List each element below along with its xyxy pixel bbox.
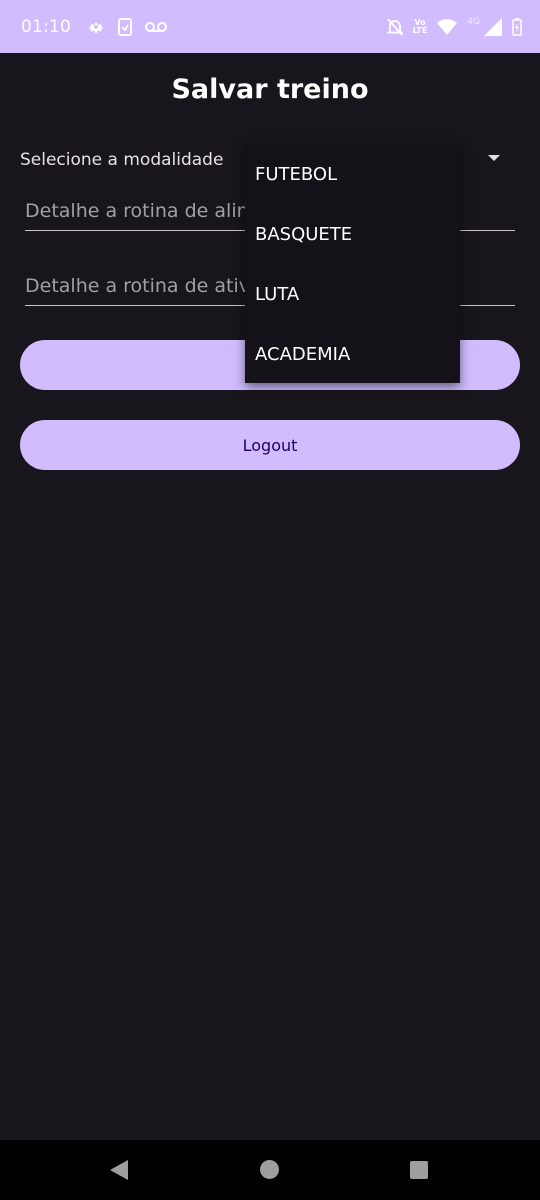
status-time: 01:10: [21, 16, 71, 37]
dropdown-option-basquete[interactable]: BASQUETE: [245, 204, 460, 264]
volte-bottom-text: LTE: [412, 25, 428, 35]
dropdown-arrow-icon: [488, 155, 500, 161]
battery-charging-icon: [512, 17, 522, 36]
settings-icon: [87, 18, 105, 36]
home-icon[interactable]: [260, 1160, 279, 1179]
network-type: 4G: [467, 16, 480, 27]
navigation-bar: [0, 1140, 540, 1200]
dropdown-option-academia[interactable]: ACADEMIA: [245, 324, 460, 384]
mute-bell-icon: [385, 17, 404, 36]
dropdown-option-futebol[interactable]: FUTEBOL: [245, 144, 460, 204]
modality-select-label: Selecione a modalidade: [20, 150, 224, 170]
signal-icon: [484, 17, 502, 36]
page-title: Salvar treino: [171, 74, 369, 105]
status-right-icons: Vo LTE 4G: [385, 16, 522, 36]
screenshot-icon: [117, 17, 133, 36]
status-bar: 01:10 Vo LTE 4G: [0, 0, 540, 53]
wifi-icon: [437, 18, 458, 35]
status-left-icons: [87, 17, 167, 36]
recents-icon[interactable]: [410, 1161, 428, 1179]
voicemail-icon: [145, 21, 167, 33]
back-icon[interactable]: [110, 1160, 128, 1180]
logout-button[interactable]: Logout: [20, 420, 520, 470]
dropdown-option-luta[interactable]: LUTA: [245, 264, 460, 324]
volte-icon: Vo LTE: [412, 18, 428, 35]
modality-dropdown-menu: FUTEBOL BASQUETE LUTA ACADEMIA: [245, 144, 460, 383]
